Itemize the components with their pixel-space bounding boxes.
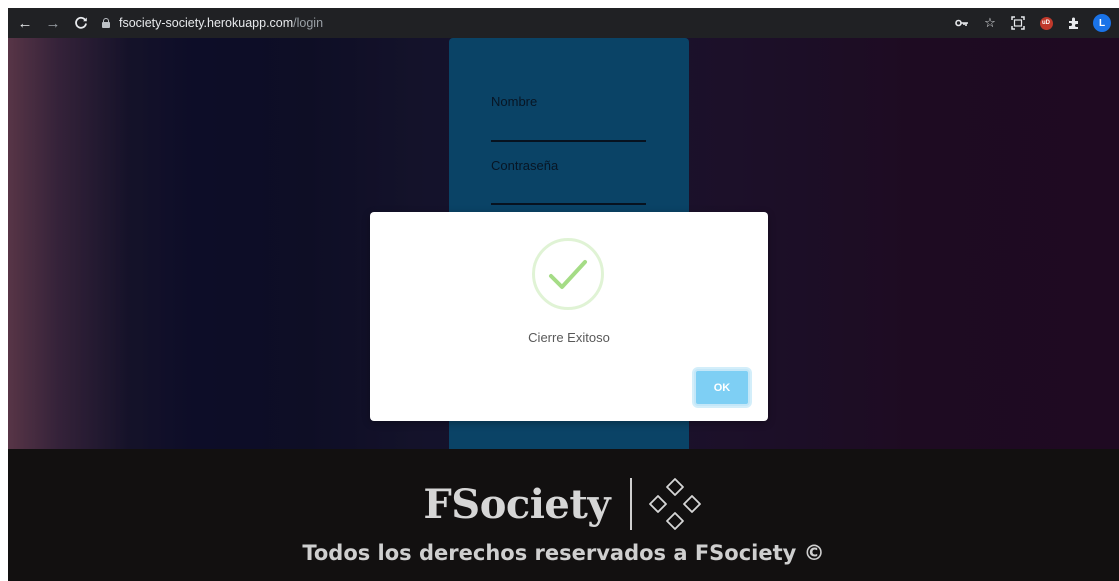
profile-avatar[interactable]: L: [1093, 14, 1111, 32]
dialog-message: Cierre Exitoso: [528, 330, 610, 345]
success-check-icon: [532, 238, 604, 310]
url-path: /login: [293, 16, 324, 30]
reload-icon[interactable]: [70, 12, 92, 34]
footer: FSociety Todos los derechos reservados a…: [8, 449, 1119, 581]
copyright-text: Todos los derechos reservados a FSociety…: [302, 541, 825, 565]
diamond-logo-icon: [648, 478, 701, 530]
extensions-icon[interactable]: [1065, 14, 1083, 32]
browser-toolbar: ← → fsociety-society.herokuapp.com/login…: [8, 8, 1119, 38]
back-arrow-icon[interactable]: ←: [14, 12, 36, 34]
address-bar[interactable]: fsociety-society.herokuapp.com/login: [102, 11, 1102, 35]
ok-button[interactable]: OK: [694, 369, 750, 406]
key-icon[interactable]: [953, 14, 971, 32]
brand-logo-text: FSociety: [423, 480, 611, 528]
ublock-icon[interactable]: uD: [1037, 14, 1055, 32]
success-dialog: Cierre Exitoso OK: [370, 212, 768, 421]
browser-window: ← → fsociety-society.herokuapp.com/login…: [8, 8, 1119, 581]
footer-brand: FSociety: [8, 475, 1119, 533]
star-icon[interactable]: ☆: [981, 14, 999, 32]
brand-divider: [630, 478, 632, 530]
forward-arrow-icon[interactable]: →: [42, 12, 64, 34]
page-content: Nombre Contraseña Cierre Exitoso OK FSoc…: [8, 38, 1119, 581]
ublock-badge: uD: [1039, 16, 1053, 30]
toolbar-actions: ☆ uD L: [953, 12, 1111, 34]
lock-icon[interactable]: [102, 18, 110, 28]
screenshot-icon[interactable]: [1009, 14, 1027, 32]
url-host: fsociety-society.herokuapp.com: [119, 16, 294, 30]
